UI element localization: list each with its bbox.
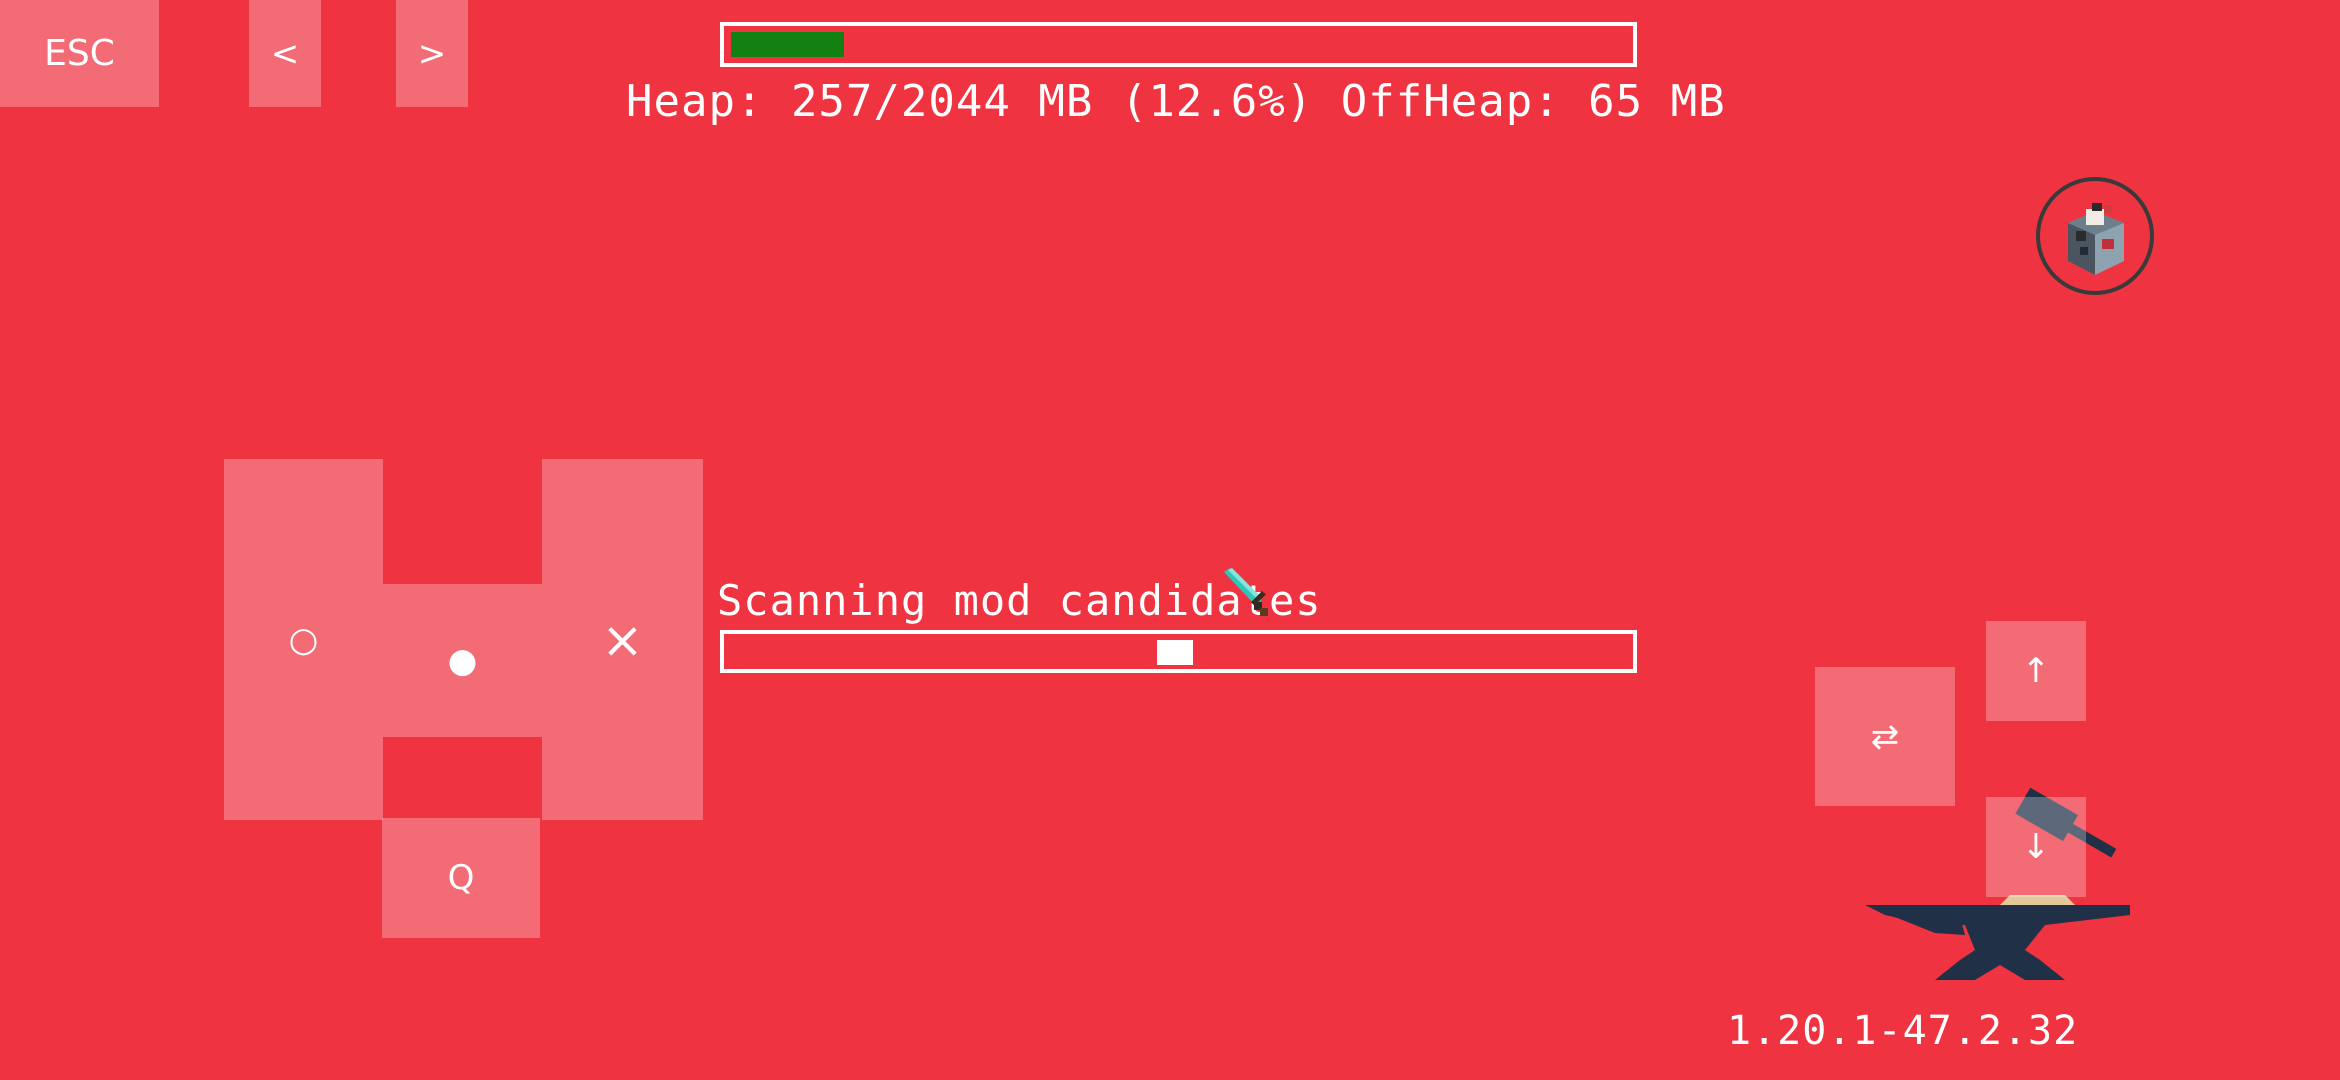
up-button[interactable]: ↑ bbox=[1986, 621, 2086, 721]
memory-usage-text: Heap: 257/2044 MB (12.6%) OffHeap: 65 MB bbox=[626, 76, 1726, 127]
next-button[interactable]: > bbox=[396, 0, 468, 107]
filled-circle-icon: ● bbox=[447, 640, 478, 681]
previous-icon: < bbox=[270, 33, 300, 74]
q-key-label: Q bbox=[447, 858, 475, 898]
close-icon: × bbox=[601, 610, 644, 669]
circle-outline-icon: ○ bbox=[288, 619, 319, 660]
loading-progress-marker bbox=[1157, 640, 1193, 665]
down-arrow-icon: ↓ bbox=[2021, 827, 2051, 867]
next-icon: > bbox=[417, 33, 447, 74]
filled-circle-button[interactable]: ● bbox=[383, 584, 542, 737]
down-button[interactable]: ↓ bbox=[1986, 797, 2086, 897]
launcher-avatar-icon[interactable] bbox=[2036, 177, 2154, 295]
esc-label: ESC bbox=[44, 33, 115, 74]
memory-usage-bar bbox=[720, 22, 1637, 67]
previous-button[interactable]: < bbox=[249, 0, 321, 107]
esc-button[interactable]: ESC bbox=[0, 0, 159, 107]
loading-status-text: Scanning mod candidates bbox=[717, 576, 1322, 625]
version-label: 1.20.1-47.2.32 bbox=[1727, 1008, 2079, 1054]
close-button[interactable]: × bbox=[542, 459, 703, 820]
circle-outline-button[interactable]: ○ bbox=[224, 459, 383, 820]
q-key-button[interactable]: Q bbox=[382, 818, 540, 938]
up-arrow-icon: ↑ bbox=[2021, 651, 2051, 691]
memory-usage-fill bbox=[731, 32, 844, 57]
loading-progress-bar bbox=[720, 630, 1637, 673]
swap-icon: ⇄ bbox=[1870, 716, 1900, 757]
